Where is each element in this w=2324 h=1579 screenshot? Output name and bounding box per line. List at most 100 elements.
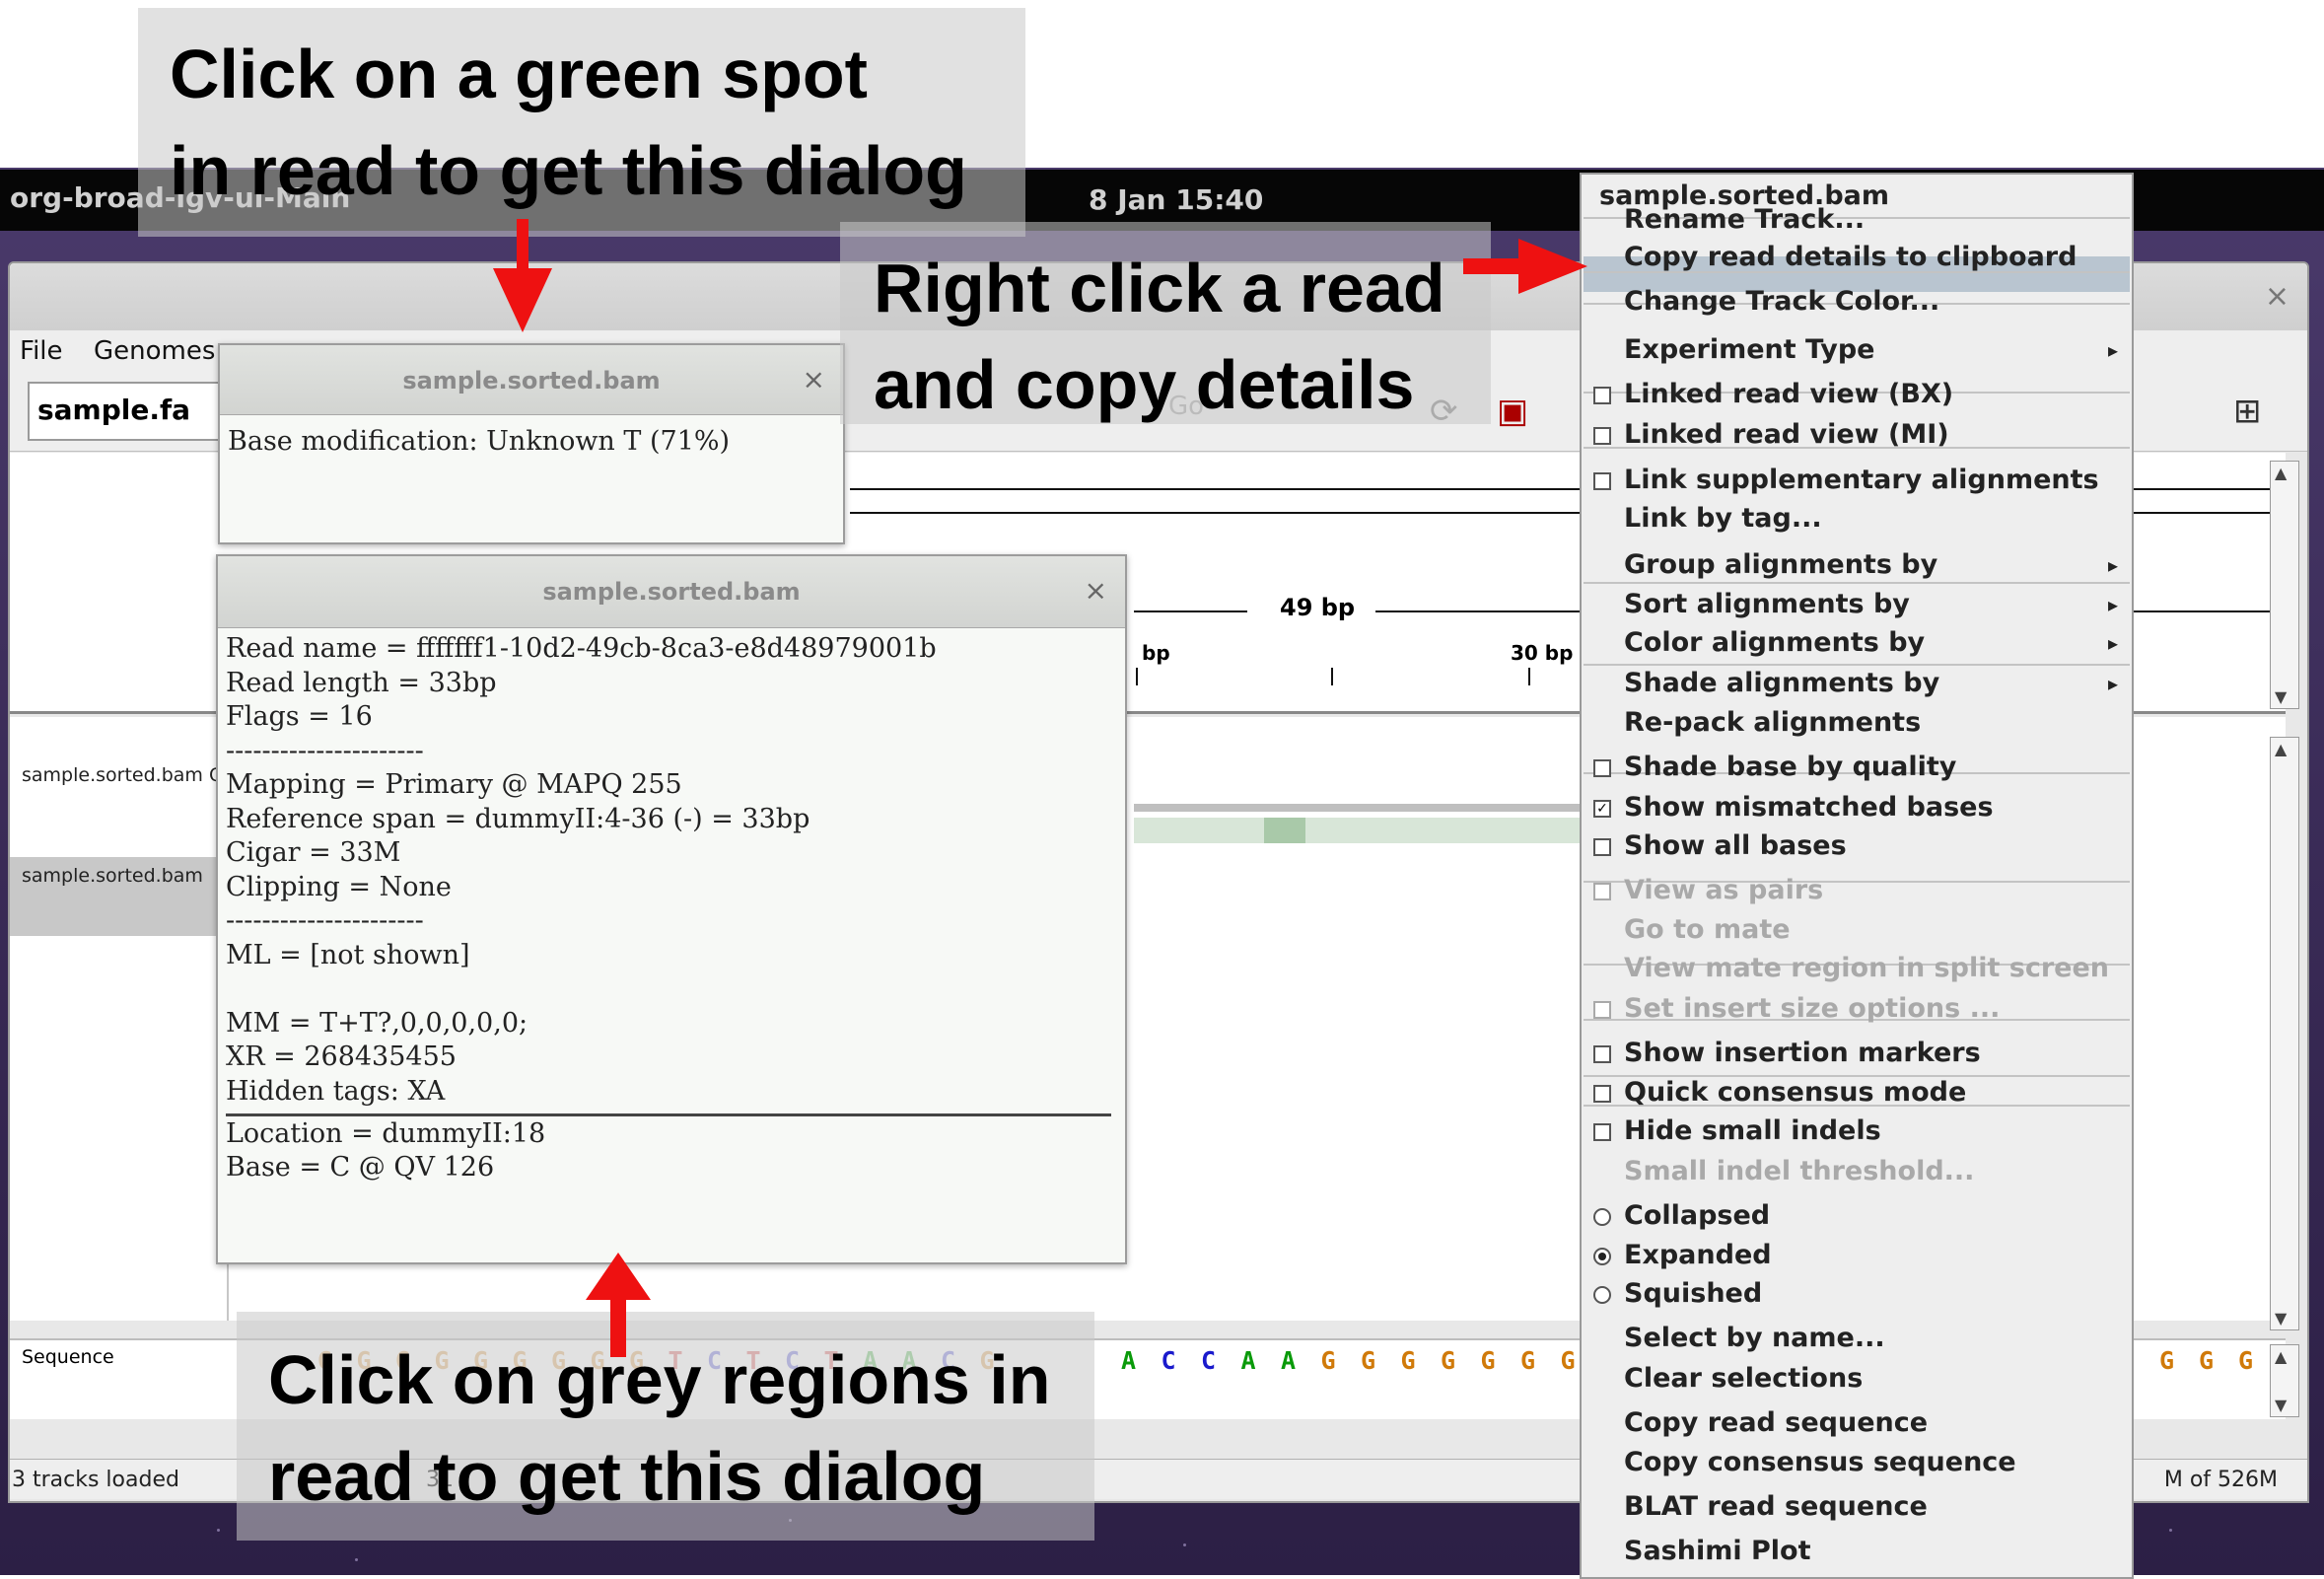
menu-item[interactable]: Sort alignments by xyxy=(1624,589,1910,619)
track-context-menu: sample.sorted.bam Rename Track... Copy re… xyxy=(1580,173,2134,1579)
sequence-base: G xyxy=(1441,1346,1456,1375)
ruler-tick xyxy=(1136,668,1138,685)
ruler-tick-label: bp xyxy=(1142,641,1170,665)
read-detail-line: Hidden tags: XA xyxy=(226,1075,446,1107)
annotation-text: read to get this dialog xyxy=(268,1438,986,1515)
menu-item[interactable]: Collapsed xyxy=(1624,1200,1770,1231)
checkbox-icon[interactable] xyxy=(1593,759,1611,777)
read-detail-line: XR = 268435455 xyxy=(226,1041,457,1072)
read-detail-line: Cigar = 33M xyxy=(226,837,401,868)
add-panel-icon[interactable]: ⊞ xyxy=(2233,392,2262,431)
arrow-down-icon xyxy=(493,268,552,332)
checkbox-icon[interactable] xyxy=(1593,1044,1611,1063)
menu-item[interactable]: Shade base by quality xyxy=(1624,752,1956,782)
menu-item[interactable]: Linked read view (MI) xyxy=(1624,419,1949,450)
checkbox-icon[interactable] xyxy=(1593,1085,1611,1103)
checkbox-checked-icon[interactable]: ✓ xyxy=(1593,799,1611,818)
read-detail-line: Read name = fffffff1-10d2-49cb-8ca3-e8d4… xyxy=(226,633,937,664)
checkbox-icon[interactable] xyxy=(1593,837,1611,856)
read-base: Base = C @ QV 126 xyxy=(226,1152,495,1183)
checkbox-icon[interactable] xyxy=(1593,472,1611,490)
menu-item[interactable]: Copy read details to clipboard xyxy=(1624,242,2077,272)
clock[interactable]: 8 Jan 15:40 xyxy=(1089,183,1263,216)
read-detail-line: Read length = 33bp xyxy=(226,667,497,698)
read-detail-line: MM = T+T?,0,0,0,0,0; xyxy=(226,1007,528,1039)
read-detail-line: Flags = 16 xyxy=(226,701,373,732)
menu-item[interactable]: Change Track Color... xyxy=(1624,286,1939,317)
ruler-tick-label: 30 bp xyxy=(1511,641,1574,665)
sequence-base: C xyxy=(1161,1346,1176,1375)
menu-item[interactable]: Re-pack alignments xyxy=(1624,707,1921,738)
arrow-up-icon xyxy=(586,1253,651,1300)
sequence-base: G xyxy=(2238,1346,2254,1375)
menu-item[interactable]: Squished xyxy=(1624,1278,1762,1309)
close-icon[interactable]: × xyxy=(2265,279,2289,314)
submenu-arrow-icon: ▸ xyxy=(2107,671,2118,695)
sequence-scrollbar[interactable]: ▲ ▼ xyxy=(2270,1344,2299,1417)
menu-item[interactable]: Link supplementary alignments xyxy=(1624,465,2099,495)
menu-item[interactable]: Link by tag... xyxy=(1624,503,1822,534)
radio-icon[interactable] xyxy=(1593,1286,1611,1304)
menu-item[interactable]: Experiment Type xyxy=(1624,334,1875,365)
checkbox-icon[interactable] xyxy=(1593,426,1611,445)
menu-item[interactable]: Rename Track... xyxy=(1624,204,1865,235)
dialog-titlebar[interactable]: sample.sorted.bam × xyxy=(220,345,843,415)
menu-item: View as pairs xyxy=(1624,874,1824,905)
read-detail-line: ---------------------- xyxy=(226,735,424,766)
sequence-base: G xyxy=(1480,1346,1496,1375)
menu-item[interactable]: Group alignments by xyxy=(1624,549,1937,580)
sequence-base: G xyxy=(1560,1346,1576,1375)
menu-item[interactable]: Hide small indels xyxy=(1624,1115,1881,1146)
region-icon[interactable]: ▣ xyxy=(1497,392,1528,431)
base-modification-spot[interactable] xyxy=(1264,818,1305,843)
ruler-tick xyxy=(1528,668,1530,685)
close-icon[interactable]: × xyxy=(1085,574,1107,607)
tracks-scrollbar[interactable]: ▲ ▼ xyxy=(2270,737,2299,1330)
ruler-scrollbar[interactable]: ▲ ▼ xyxy=(2270,461,2299,709)
read-detail-line: ---------------------- xyxy=(226,905,424,936)
annotation-text: Click on a green spot xyxy=(170,36,868,112)
annotation-text: Click on grey regions in xyxy=(268,1341,1051,1418)
sequence-base: A xyxy=(1281,1346,1297,1375)
menu-item: View mate region in split screen xyxy=(1624,953,2110,983)
annotation-text: in read to get this dialog xyxy=(170,132,967,209)
menu-item[interactable]: Show mismatched bases xyxy=(1624,792,1994,823)
menu-item[interactable]: Show insertion markers xyxy=(1624,1038,1981,1068)
track-name[interactable]: sample.sorted.bam C xyxy=(22,764,222,786)
coverage-strip[interactable] xyxy=(1134,804,1587,812)
menu-genomes[interactable]: Genomes xyxy=(94,336,215,366)
menu-item[interactable]: Sashimi Plot xyxy=(1624,1536,1811,1566)
dialog-title: sample.sorted.bam xyxy=(402,367,661,395)
menu-item[interactable]: Color alignments by xyxy=(1624,627,1925,658)
sequence-base: A xyxy=(1121,1346,1137,1375)
sequence-base: G xyxy=(1400,1346,1416,1375)
checkbox-icon[interactable] xyxy=(1593,387,1611,404)
menu-item[interactable]: Copy consensus sequence xyxy=(1624,1447,2016,1477)
dialog-titlebar[interactable]: sample.sorted.bam × xyxy=(218,556,1125,628)
checkbox-icon[interactable] xyxy=(1593,1123,1611,1141)
menu-item[interactable]: Copy read sequence xyxy=(1624,1407,1928,1438)
menu-item[interactable]: Clear selections xyxy=(1624,1363,1863,1394)
read-details-dialog: sample.sorted.bam × Read name = fffffff1… xyxy=(216,554,1127,1264)
menu-item[interactable]: Shade alignments by xyxy=(1624,668,1939,698)
submenu-arrow-icon: ▸ xyxy=(2107,552,2118,577)
radio-icon[interactable] xyxy=(1593,1207,1611,1226)
menu-item[interactable]: Quick consensus mode xyxy=(1624,1077,1966,1108)
track-name[interactable]: sample.sorted.bam xyxy=(22,865,203,887)
genome-selector[interactable]: sample.fa xyxy=(28,382,235,441)
sequence-track-label[interactable]: Sequence xyxy=(22,1346,114,1368)
menu-item[interactable]: BLAT read sequence xyxy=(1624,1491,1928,1522)
radio-selected-icon[interactable] xyxy=(1593,1248,1611,1265)
close-icon[interactable]: × xyxy=(803,363,825,395)
menu-item[interactable]: Linked read view (BX) xyxy=(1624,379,1953,409)
menu-item[interactable]: Expanded xyxy=(1624,1240,1772,1270)
annotation-text: and copy details xyxy=(874,346,1415,423)
ruler-span-label: 49 bp xyxy=(1280,594,1356,621)
read-alignment[interactable] xyxy=(1134,818,1587,843)
menu-file[interactable]: File xyxy=(20,336,63,366)
annotation-text: Right click a read xyxy=(874,250,1445,326)
sequence-base: G xyxy=(1320,1346,1336,1375)
menu-item[interactable]: Select by name... xyxy=(1624,1323,1885,1353)
divider xyxy=(226,1113,1111,1116)
menu-item[interactable]: Show all bases xyxy=(1624,830,1847,861)
